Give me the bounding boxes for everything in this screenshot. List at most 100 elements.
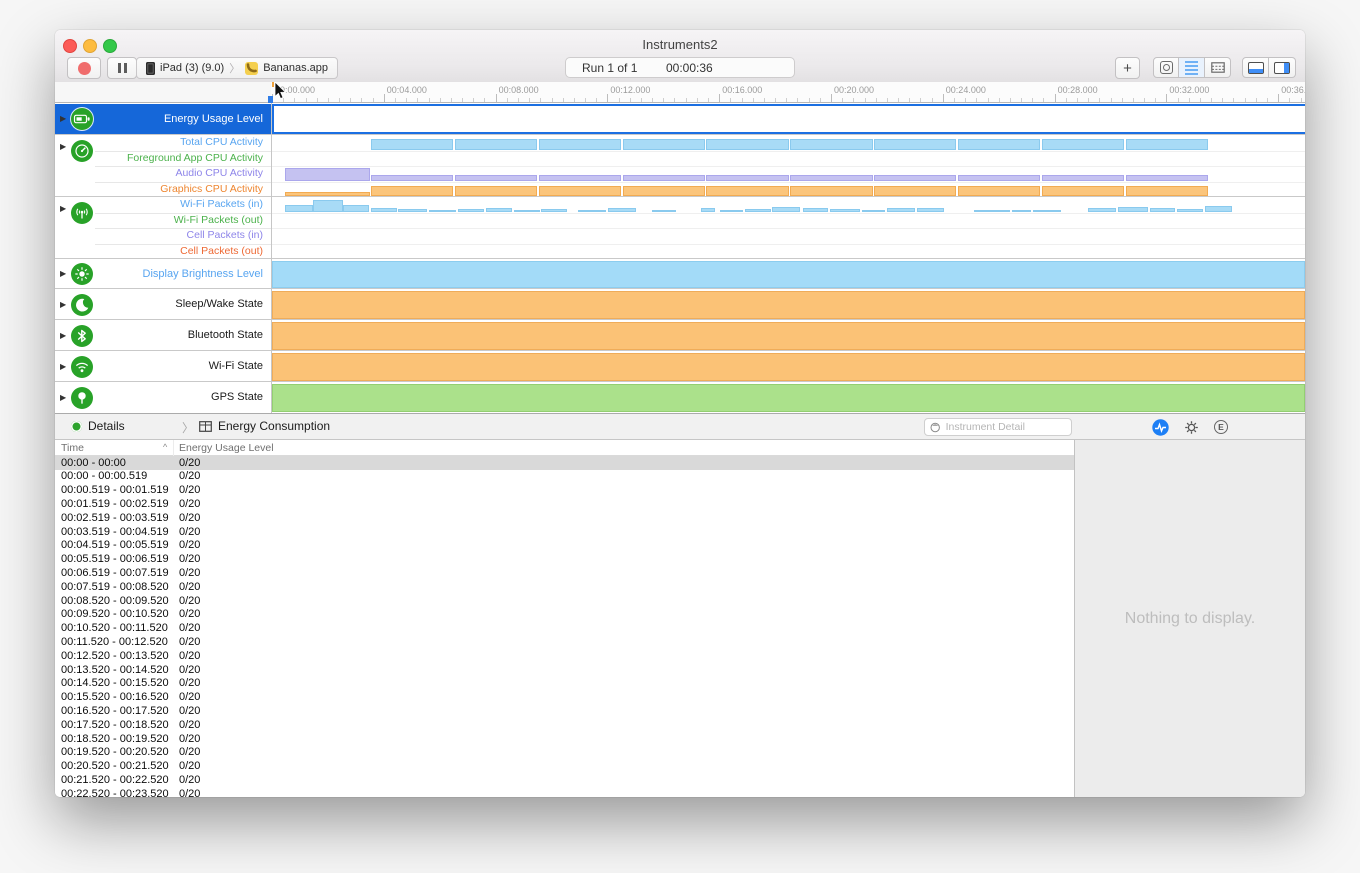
- disclosure-triangle-icon[interactable]: ▶: [60, 114, 66, 123]
- table-row[interactable]: 00:03.519 - 00:04.5190/20: [55, 525, 1074, 539]
- table-row[interactable]: 00:06.519 - 00:07.5190/20: [55, 566, 1074, 580]
- table-row[interactable]: 00:00.519 - 00:01.5190/20: [55, 484, 1074, 498]
- track-lane[interactable]: [272, 166, 1305, 182]
- playhead-marker[interactable]: [268, 96, 273, 103]
- disclosure-triangle-icon[interactable]: ▶: [60, 362, 66, 371]
- track-lane[interactable]: [272, 213, 1305, 229]
- table-row[interactable]: 00:00 - 00:00.5190/20: [55, 470, 1074, 484]
- track-lane[interactable]: [272, 320, 1305, 350]
- details-breadcrumb-root[interactable]: Details: [71, 419, 125, 433]
- track-sidebar-gps[interactable]: ▶GPS State: [55, 381, 271, 412]
- table-row[interactable]: 00:00 - 00:000/20: [55, 456, 1074, 470]
- table-row[interactable]: 00:11.520 - 00:12.5200/20: [55, 635, 1074, 649]
- table-row[interactable]: 00:14.520 - 00:15.5200/20: [55, 677, 1074, 691]
- table-row[interactable]: 00:19.520 - 00:20.5200/20: [55, 746, 1074, 760]
- details-breadcrumb-item[interactable]: Energy Consumption: [199, 419, 330, 433]
- track-lane[interactable]: [272, 244, 1305, 259]
- track-graph-cpu[interactable]: [272, 134, 1305, 196]
- battery-icon: [71, 108, 93, 130]
- disclosure-triangle-icon[interactable]: ▶: [60, 269, 66, 278]
- column-header-time[interactable]: Time: [61, 442, 84, 454]
- track-sidebar-cpu[interactable]: ▶Total CPU ActivityForeground App CPU Ac…: [55, 134, 271, 196]
- table-row[interactable]: 00:04.519 - 00:05.5190/20: [55, 539, 1074, 553]
- activity-bar: [887, 208, 915, 212]
- ruler-tick: [552, 98, 553, 102]
- activity-bar-segment: [623, 186, 705, 196]
- track-lane[interactable]: [272, 228, 1305, 244]
- track-lane[interactable]: [272, 151, 1305, 167]
- table-row[interactable]: 00:10.520 - 00:11.5200/20: [55, 622, 1074, 636]
- table-row[interactable]: 00:08.520 - 00:09.5200/20: [55, 594, 1074, 608]
- disclosure-triangle-icon[interactable]: ▶: [60, 142, 66, 151]
- track-graph-energy[interactable]: [272, 104, 1305, 134]
- activity-bar-segment: [958, 139, 1040, 150]
- track-lane[interactable]: [272, 289, 1305, 319]
- track-sidebar-network[interactable]: ▶Wi-Fi Packets (in)Wi-Fi Packets (out)Ce…: [55, 196, 271, 258]
- table-row[interactable]: 00:01.519 - 00:02.5190/20: [55, 497, 1074, 511]
- grid-view-button[interactable]: [1205, 57, 1231, 78]
- disclosure-triangle-icon[interactable]: ▶: [60, 300, 66, 309]
- track-lane[interactable]: [272, 197, 1305, 213]
- ruler-label: 00:00.000: [275, 85, 315, 95]
- track-lane[interactable]: [272, 135, 1305, 151]
- cell-energy-level: 0/20: [179, 595, 200, 607]
- disclosure-triangle-icon[interactable]: ▶: [60, 393, 66, 402]
- table-row[interactable]: 00:17.520 - 00:18.5200/20: [55, 718, 1074, 732]
- track-sidebar-sleep[interactable]: ▶Sleep/Wake State: [55, 288, 271, 319]
- track-lane[interactable]: [272, 259, 1305, 288]
- table-row[interactable]: 00:13.520 - 00:14.5200/20: [55, 663, 1074, 677]
- sort-ascending-icon[interactable]: ^: [163, 442, 167, 452]
- ruler-tick: [999, 98, 1000, 102]
- table-row[interactable]: 00:12.520 - 00:13.5200/20: [55, 649, 1074, 663]
- display-settings-icon[interactable]: [1184, 420, 1199, 435]
- track-sidebar-wifi[interactable]: ▶Wi-Fi State: [55, 350, 271, 381]
- track-graph-bluetooth[interactable]: [272, 319, 1305, 350]
- table-row[interactable]: 00:21.520 - 00:22.5200/20: [55, 773, 1074, 787]
- track-sidebar-display[interactable]: ▶Display Brightness Level: [55, 258, 271, 288]
- toggle-inspector-pane-button[interactable]: [1269, 57, 1296, 78]
- instruments-view-button[interactable]: [1153, 57, 1179, 78]
- record-settings-icon[interactable]: [1152, 419, 1169, 436]
- track-lane[interactable]: [272, 182, 1305, 197]
- track-lane[interactable]: [272, 104, 1305, 134]
- time-display[interactable]: Run 1 of 1 00:00:36: [565, 57, 795, 78]
- track-lane[interactable]: [272, 351, 1305, 381]
- table-row[interactable]: 00:09.520 - 00:10.5200/20: [55, 608, 1074, 622]
- toggle-detail-pane-button[interactable]: [1242, 57, 1269, 78]
- record-button[interactable]: [67, 57, 101, 79]
- track-sidebar-energy[interactable]: ▶Energy Usage Level: [55, 104, 271, 134]
- extended-detail-icon[interactable]: E: [1214, 420, 1228, 434]
- table-row[interactable]: 00:22.520 - 00:23.5200/20: [55, 787, 1074, 797]
- ruler-tick: [585, 98, 586, 102]
- ruler-tick: [719, 94, 720, 102]
- track-graph-sleep[interactable]: [272, 288, 1305, 319]
- table-row[interactable]: 00:18.520 - 00:19.5200/20: [55, 732, 1074, 746]
- timeline-ruler[interactable]: 00:00.00000:04.00000:08.00000:12.00000:1…: [55, 82, 1305, 103]
- list-view-button[interactable]: [1179, 57, 1205, 78]
- disclosure-triangle-icon[interactable]: ▶: [60, 204, 66, 213]
- activity-bar: [608, 208, 636, 212]
- column-header-energy[interactable]: Energy Usage Level: [179, 442, 274, 454]
- table-row[interactable]: 00:16.520 - 00:17.5200/20: [55, 704, 1074, 718]
- track-graph-network[interactable]: [272, 196, 1305, 258]
- cell-energy-level: 0/20: [179, 705, 200, 717]
- track-sidebar-bluetooth[interactable]: ▶Bluetooth State: [55, 319, 271, 350]
- search-input[interactable]: [944, 420, 1066, 434]
- disclosure-triangle-icon[interactable]: ▶: [60, 331, 66, 340]
- track-lane[interactable]: [272, 382, 1305, 412]
- table-row[interactable]: 00:20.520 - 00:21.5200/20: [55, 760, 1074, 774]
- ruler-tick: [831, 94, 832, 102]
- table-row[interactable]: 00:07.519 - 00:08.5200/20: [55, 580, 1074, 594]
- instrument-detail-search[interactable]: [924, 418, 1072, 436]
- add-instrument-button[interactable]: +: [1115, 57, 1140, 79]
- track-graph-display[interactable]: [272, 258, 1305, 288]
- timeline-ruler-scale[interactable]: 00:00.00000:04.00000:08.00000:12.00000:1…: [272, 82, 1305, 102]
- pause-button[interactable]: [107, 57, 137, 79]
- target-device-chip[interactable]: iPad (3) (9.0) 〉 Bananas.app: [136, 57, 338, 79]
- table-row[interactable]: 00:15.520 - 00:16.5200/20: [55, 691, 1074, 705]
- track-graph-gps[interactable]: [272, 381, 1305, 412]
- table-row[interactable]: 00:02.519 - 00:03.5190/20: [55, 511, 1074, 525]
- activity-bar: [398, 209, 427, 212]
- table-row[interactable]: 00:05.519 - 00:06.5190/20: [55, 553, 1074, 567]
- track-graph-wifi[interactable]: [272, 350, 1305, 381]
